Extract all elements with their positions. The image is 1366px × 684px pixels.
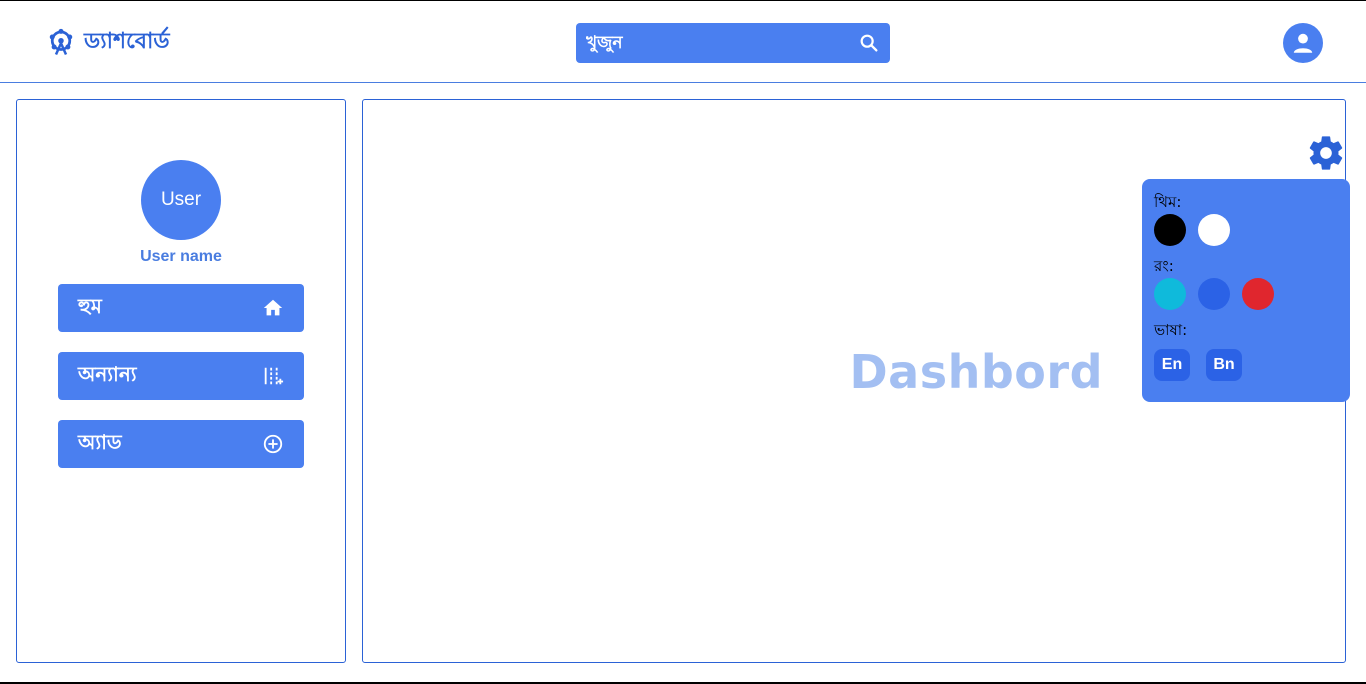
color-red-swatch[interactable] (1242, 278, 1274, 310)
add-circle-icon (262, 433, 284, 455)
search-icon[interactable] (858, 32, 880, 54)
color-label: রং: (1154, 257, 1174, 275)
theme-label: থিম: (1154, 193, 1182, 211)
color-blue-swatch[interactable] (1198, 278, 1230, 310)
language-en-button[interactable]: En (1154, 349, 1190, 381)
language-label: ভাষা: (1154, 321, 1188, 339)
page-title: Dashbord (849, 345, 1103, 399)
theme-light-swatch[interactable] (1198, 214, 1230, 246)
header: ড্যাশবোর্ড (0, 2, 1366, 83)
sidebar-item-other[interactable]: অন্যান্য (58, 352, 304, 400)
avatar[interactable]: User (141, 160, 221, 240)
theme-dark-swatch[interactable] (1154, 214, 1186, 246)
account-button[interactable] (1283, 23, 1323, 63)
logo[interactable]: ড্যাশবোর্ড (46, 26, 170, 58)
sidebar: User User name হুম অন্যান্য অ্যাড (16, 99, 346, 663)
search-input[interactable] (586, 33, 858, 53)
logo-text: ড্যাশবোর্ড (84, 29, 170, 54)
search-bar (576, 23, 890, 63)
sidebar-item-label: অ্যাড (78, 429, 122, 454)
avatar-text: User (160, 189, 202, 210)
home-icon (262, 297, 284, 319)
sidebar-item-home[interactable]: হুম (58, 284, 304, 332)
user-name: User name (140, 248, 222, 265)
account-circle-icon (1293, 33, 1313, 53)
sidebar-item-label: হুম (78, 293, 102, 318)
language-bn-button[interactable]: Bn (1206, 349, 1242, 381)
sidebar-item-label: অন্যান্য (78, 361, 137, 386)
color-cyan-swatch[interactable] (1154, 278, 1186, 310)
sidebar-item-add[interactable]: অ্যাড (58, 420, 304, 468)
sliders-icon (262, 365, 284, 387)
gear-icon[interactable] (1306, 133, 1346, 173)
app-frame: ড্যাশবোর্ড User User name হুম (0, 0, 1366, 684)
ferris-wheel-icon (49, 28, 73, 56)
settings-panel: থিম: রং: ভাষা: En Bn (1142, 179, 1350, 402)
